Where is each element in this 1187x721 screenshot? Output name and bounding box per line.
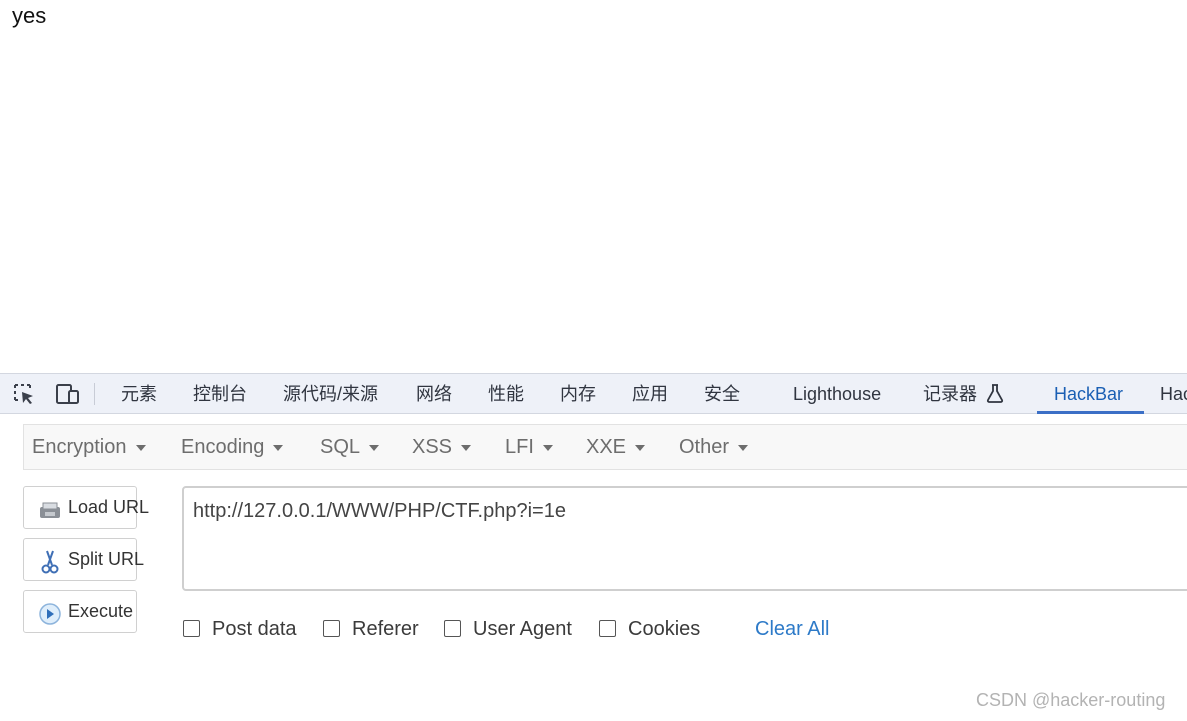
tab-recorder[interactable]: 记录器 bbox=[923, 374, 1004, 414]
cookies-label: Cookies bbox=[628, 618, 701, 640]
url-textarea[interactable]: http://127.0.0.1/WWW/PHP/CTF.php?i=1e bbox=[182, 486, 1187, 591]
caret-down-icon bbox=[738, 444, 749, 451]
menu-lfi[interactable]: LFI bbox=[505, 425, 553, 469]
tab-performance[interactable]: 性能 bbox=[488, 374, 524, 414]
menu-other-label: Other bbox=[679, 436, 730, 458]
caret-down-icon bbox=[635, 444, 646, 451]
page-content: yes bbox=[0, 0, 1187, 373]
menu-encryption[interactable]: Encryption bbox=[32, 425, 146, 469]
tab-elements[interactable]: 元素 bbox=[121, 374, 157, 414]
cookies-checkbox[interactable] bbox=[599, 620, 616, 637]
referer-checkbox[interactable] bbox=[323, 620, 340, 637]
caret-down-icon bbox=[461, 444, 472, 451]
tab-security[interactable]: 安全 bbox=[704, 374, 740, 414]
post-data-label: Post data bbox=[212, 618, 297, 640]
execute-button[interactable]: Execute bbox=[23, 590, 137, 633]
inspect-element-icon[interactable] bbox=[12, 382, 36, 406]
active-tab-indicator bbox=[1037, 411, 1144, 414]
page-body-text: yes bbox=[12, 3, 47, 28]
menu-xss-label: XSS bbox=[412, 436, 453, 458]
scissors-icon bbox=[37, 549, 63, 575]
execute-label: Execute bbox=[68, 601, 134, 621]
user-agent-option[interactable]: User Agent bbox=[444, 618, 572, 642]
referer-label: Referer bbox=[352, 618, 419, 640]
url-value: http://127.0.0.1/WWW/PHP/CTF.php?i=1e bbox=[193, 500, 566, 522]
menu-encoding-label: Encoding bbox=[181, 436, 265, 458]
devtools-tabbar: 元素 控制台 源代码/来源 网络 性能 内存 应用 安全 Lighthouse … bbox=[0, 373, 1187, 414]
caret-down-icon bbox=[135, 444, 146, 451]
menu-xxe-label: XXE bbox=[586, 436, 627, 458]
cookies-option[interactable]: Cookies bbox=[599, 618, 700, 642]
menu-other[interactable]: Other bbox=[679, 425, 749, 469]
tab-lighthouse[interactable]: Lighthouse bbox=[793, 374, 881, 414]
tab-application[interactable]: 应用 bbox=[632, 374, 668, 414]
menu-sql-label: SQL bbox=[320, 436, 361, 458]
tab-network[interactable]: 网络 bbox=[416, 374, 452, 414]
tab-memory[interactable]: 内存 bbox=[560, 374, 596, 414]
load-url-button[interactable]: Load URL bbox=[23, 486, 149, 529]
user-agent-checkbox[interactable] bbox=[444, 620, 461, 637]
hackbar-menubar: Encryption Encoding SQL XSS LFI XXE Othe… bbox=[23, 424, 1187, 470]
load-url-label: Load URL bbox=[68, 497, 150, 517]
caret-down-icon bbox=[542, 444, 553, 451]
tabbar-divider bbox=[94, 383, 95, 405]
user-agent-label: User Agent bbox=[473, 618, 572, 640]
tab-recorder-label: 记录器 bbox=[923, 384, 977, 404]
split-url-button[interactable]: Split URL bbox=[23, 538, 144, 581]
tab-console[interactable]: 控制台 bbox=[193, 374, 247, 414]
referer-option[interactable]: Referer bbox=[323, 618, 419, 642]
tab-hackbar[interactable]: HackBar bbox=[1054, 374, 1123, 414]
menu-xss[interactable]: XSS bbox=[412, 425, 472, 469]
watermark: CSDN @hacker-routing bbox=[976, 690, 1166, 710]
load-url-icon bbox=[37, 497, 63, 523]
menu-xxe[interactable]: XXE bbox=[586, 425, 646, 469]
device-toolbar-icon[interactable] bbox=[54, 382, 79, 406]
menu-sql[interactable]: SQL bbox=[320, 425, 380, 469]
play-icon bbox=[37, 601, 63, 627]
devtools-panel: 元素 控制台 源代码/来源 网络 性能 内存 应用 安全 Lighthouse … bbox=[0, 373, 1187, 721]
caret-down-icon bbox=[273, 444, 284, 451]
caret-down-icon bbox=[369, 444, 380, 451]
post-data-checkbox[interactable] bbox=[183, 620, 200, 637]
flask-icon bbox=[986, 377, 1004, 417]
menu-encryption-label: Encryption bbox=[32, 436, 127, 458]
tab-hackbar-overflow[interactable]: Hac bbox=[1160, 374, 1187, 414]
split-url-label: Split URL bbox=[68, 549, 145, 569]
clear-all-link[interactable]: Clear All bbox=[755, 618, 829, 641]
menu-encoding[interactable]: Encoding bbox=[181, 425, 284, 469]
tab-sources[interactable]: 源代码/来源 bbox=[283, 374, 378, 414]
menu-lfi-label: LFI bbox=[505, 436, 534, 458]
post-data-option[interactable]: Post data bbox=[183, 618, 297, 642]
